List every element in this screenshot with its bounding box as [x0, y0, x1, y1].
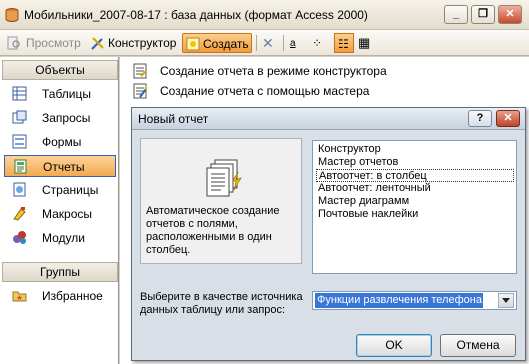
- large-icons-button[interactable]: a: [290, 33, 308, 53]
- list-item[interactable]: Создание отчета с помощью мастера: [128, 82, 428, 100]
- favorites-folder-icon: [12, 291, 27, 302]
- close-icon: ✕: [503, 112, 513, 124]
- help-button[interactable]: ?: [468, 110, 492, 127]
- wizard-report-icon: [133, 83, 148, 99]
- restore-icon: ❐: [478, 8, 488, 20]
- list-item[interactable]: Создание отчета в режиме конструктора: [128, 62, 428, 80]
- toolbar-separator: [256, 35, 257, 51]
- nav-item-label: Избранное: [42, 289, 103, 303]
- nav-item-queries[interactable]: Запросы: [4, 107, 116, 129]
- large-icons-icon: a: [290, 38, 296, 49]
- list-view-button[interactable]: ☷: [334, 33, 354, 53]
- nav-item-label: Формы: [42, 135, 82, 149]
- small-icons-button[interactable]: ⁘: [312, 33, 330, 53]
- combo-dropdown-button[interactable]: [498, 293, 514, 308]
- details-view-button[interactable]: ▦: [358, 33, 376, 53]
- nav-item-macros[interactable]: Макросы: [4, 203, 116, 225]
- list-option-autoreport-tabular[interactable]: Автоотчет: ленточный: [316, 182, 514, 195]
- report-preview-panel: Автоматическое создание отчетов с полями…: [140, 138, 302, 264]
- nav-item-label: Отчеты: [43, 160, 85, 174]
- nav-item-pages[interactable]: Страницы: [4, 179, 116, 201]
- page-icon: [13, 182, 26, 197]
- cancel-button[interactable]: Отмена: [440, 334, 516, 357]
- delete-button[interactable]: ✕: [262, 33, 278, 53]
- module-icon: [13, 231, 26, 244]
- list-option-chart-wizard[interactable]: Мастер диаграмм: [316, 195, 514, 208]
- combo-selected-value: Функции развлечения телефона: [315, 293, 483, 308]
- list-item-label: Создание отчета в режиме конструктора: [160, 64, 387, 78]
- macro-icon: [13, 207, 26, 221]
- restore-button[interactable]: ❐: [471, 5, 495, 24]
- chevron-down-icon: [502, 298, 510, 303]
- nav-item-label: Макросы: [42, 207, 93, 221]
- preview-label: Просмотр: [26, 36, 81, 50]
- toolbar-separator: [283, 35, 284, 51]
- data-source-prompt: Выберите в качестве источника данных таб…: [140, 291, 303, 316]
- nav-item-tables[interactable]: Таблицы: [4, 83, 116, 105]
- report-description: Автоматическое создание отчетов с полями…: [146, 205, 280, 256]
- nav-item-favorites[interactable]: Избранное: [4, 285, 116, 307]
- minimize-button[interactable]: _: [444, 5, 468, 24]
- objects-bar: Объекты Таблицы Запросы Формы Отчеты Стр…: [0, 57, 119, 364]
- query-icon: [12, 110, 27, 124]
- dialog-close-button[interactable]: ✕: [496, 110, 520, 127]
- new-object-icon: [186, 37, 200, 51]
- title-bar: Мобильники_2007-08-17 : база данных (фор…: [0, 0, 529, 30]
- preview-icon: [7, 36, 20, 50]
- help-icon: ?: [476, 112, 484, 124]
- list-option-report-wizard[interactable]: Мастер отчетов: [316, 156, 514, 169]
- create-button[interactable]: Создать: [182, 33, 252, 53]
- database-toolbar: Просмотр Конструктор Создать ✕ a ⁘ ☷ ▦: [0, 30, 529, 56]
- dialog-title-bar: Новый отчет ? ✕: [132, 108, 525, 130]
- list-option-label-wizard[interactable]: Почтовые наклейки: [316, 208, 514, 221]
- nav-item-label: Таблицы: [42, 87, 92, 101]
- list-option-designer[interactable]: Конструктор: [316, 143, 514, 156]
- nav-item-label: Страницы: [42, 183, 99, 197]
- small-icons-icon: ⁘: [312, 36, 323, 50]
- ok-button[interactable]: OK: [356, 334, 432, 357]
- report-type-list[interactable]: Конструктор Мастер отчетов Автоотчет: в …: [312, 140, 517, 274]
- nav-item-forms[interactable]: Формы: [4, 131, 116, 153]
- create-label: Создать: [203, 37, 249, 51]
- window-title: Мобильники_2007-08-17 : база данных (фор…: [24, 8, 368, 22]
- form-icon: [12, 134, 27, 149]
- list-view-icon: ☷: [338, 37, 349, 51]
- designer-button[interactable]: Конструктор: [90, 33, 180, 53]
- new-report-dialog: Новый отчет ? ✕ Автоматическое создание …: [131, 107, 526, 361]
- minimize-icon: _: [452, 8, 460, 20]
- close-icon: ✕: [505, 8, 515, 20]
- database-icon: [5, 8, 19, 22]
- list-item-label: Создание отчета с помощью мастера: [160, 84, 370, 98]
- list-option-autoreport-column[interactable]: Автоотчет: в столбец: [316, 169, 514, 182]
- close-button[interactable]: ✕: [498, 5, 522, 24]
- nav-item-label: Запросы: [42, 111, 91, 125]
- designer-label: Конструктор: [108, 36, 177, 50]
- data-source-combobox[interactable]: Функции развлечения телефона: [312, 291, 517, 310]
- design-ruler-icon: [91, 37, 104, 50]
- nav-item-reports[interactable]: Отчеты: [4, 155, 116, 177]
- dialog-title: Новый отчет: [138, 112, 209, 126]
- delete-icon: ✕: [262, 35, 274, 51]
- autoreport-column-icon: [206, 159, 242, 197]
- details-view-icon: ▦: [358, 35, 371, 50]
- report-icon: [14, 159, 27, 174]
- table-icon: [12, 86, 27, 101]
- nav-item-modules[interactable]: Модули: [4, 227, 116, 249]
- groups-header[interactable]: Группы: [2, 262, 118, 282]
- nav-item-label: Модули: [42, 231, 85, 245]
- design-report-icon: [133, 63, 147, 79]
- objects-header[interactable]: Объекты: [2, 60, 118, 80]
